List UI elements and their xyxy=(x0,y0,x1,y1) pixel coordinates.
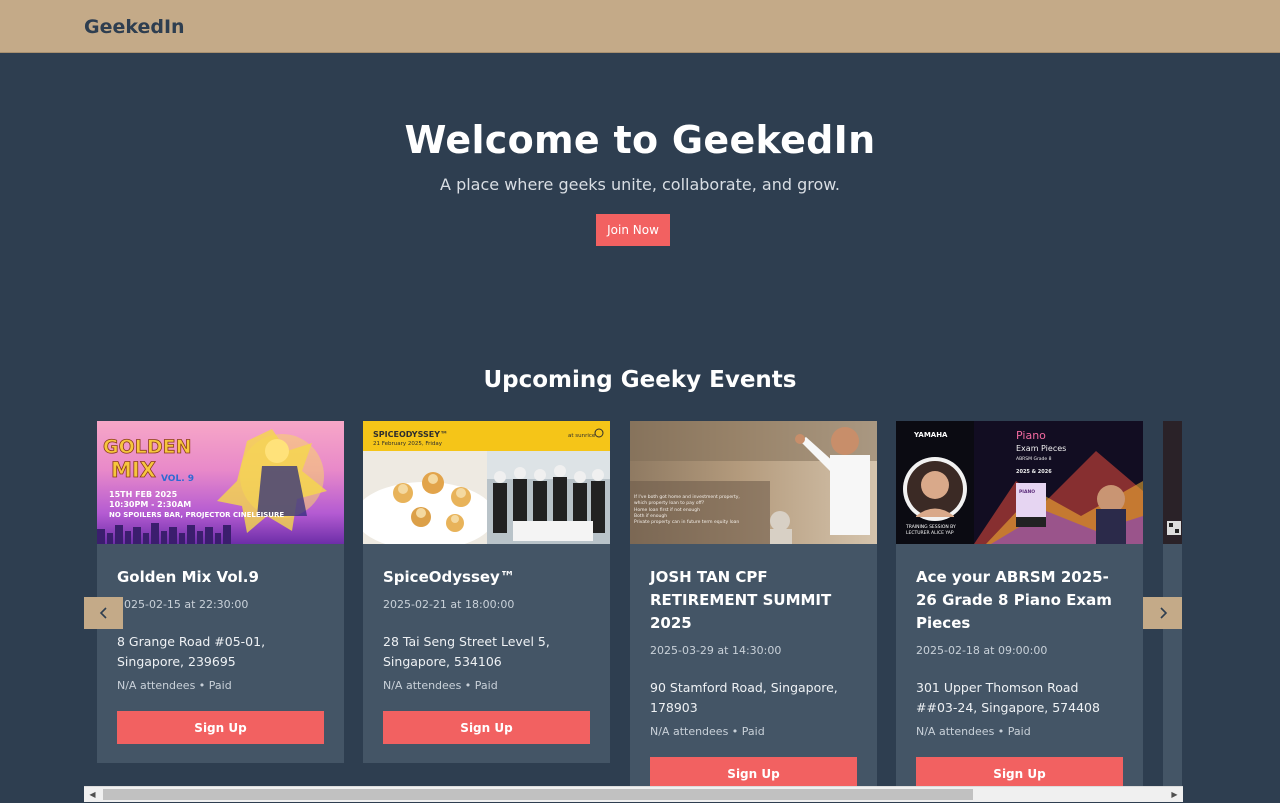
event-card: If I've both got home and investment pro… xyxy=(630,421,877,787)
svg-text:Private property can in future: Private property can in future term equi… xyxy=(634,519,739,525)
event-title[interactable]: JOSH TAN CPF RETIREMENT SUMMIT 2025 xyxy=(650,566,857,635)
svg-text:Home loan first if not enough: Home loan first if not enough xyxy=(634,507,700,513)
event-address: 90 Stamford Road, Singapore, 178903 xyxy=(650,680,838,715)
brand-logo[interactable]: GeekedIn xyxy=(84,16,185,38)
event-datetime: 2025-02-18 at 09:00:00 xyxy=(916,644,1048,657)
event-title[interactable]: Ace your ABRSM 2025-26 Grade 8 Piano Exa… xyxy=(916,566,1123,635)
join-now-button[interactable]: Join Now xyxy=(596,214,670,246)
event-card: GOLDEN MIX VOL. 9 15TH FEB 2025 10:30PM … xyxy=(97,421,344,763)
svg-text:at sunrice: at sunrice xyxy=(568,433,596,439)
event-image: GOLDEN MIX VOL. 9 15TH FEB 2025 10:30PM … xyxy=(97,421,344,544)
event-title[interactable]: SpiceOdyssey™ xyxy=(383,566,590,589)
sign-up-button[interactable]: Sign Up xyxy=(117,711,324,744)
svg-text:15TH FEB 2025: 15TH FEB 2025 xyxy=(109,490,178,499)
carousel-prev-button[interactable] xyxy=(84,597,123,629)
navbar: GeekedIn xyxy=(0,0,1280,53)
svg-text:GOLDEN: GOLDEN xyxy=(103,436,192,458)
svg-text:ABRSM Grade 8: ABRSM Grade 8 xyxy=(1016,456,1052,462)
event-image: If I've both got home and investment pro… xyxy=(630,421,877,544)
event-image: YAMAHA TRAINING SESSION BY LECTURER ALIC… xyxy=(896,421,1143,544)
svg-text:SPICEODYSSEY™: SPICEODYSSEY™ xyxy=(373,430,448,439)
event-datetime: 2025-02-21 at 18:00:00 xyxy=(383,598,515,611)
event-address: 28 Tai Seng Street Level 5, Singapore, 5… xyxy=(383,634,550,669)
carousel-next-button[interactable] xyxy=(1143,597,1182,629)
svg-text:Exam Pieces: Exam Pieces xyxy=(1016,444,1066,453)
event-address: 301 Upper Thomson Road ##03-24, Singapor… xyxy=(916,680,1100,715)
event-meta: N/A attendees • Paid xyxy=(650,725,765,738)
svg-text:which property loan to pay off: which property loan to pay off? xyxy=(634,500,705,506)
event-meta: N/A attendees • Paid xyxy=(916,725,1031,738)
event-image: SPICEODYSSEY™ 21 February 2025, Friday a… xyxy=(363,421,610,544)
sign-up-button[interactable]: Sign Up xyxy=(650,757,857,787)
scrollbar-thumb[interactable] xyxy=(103,789,973,800)
event-address: 8 Grange Road #05-01, Singapore, 239695 xyxy=(117,634,266,669)
events-carousel[interactable]: GOLDEN MIX VOL. 9 15TH FEB 2025 10:30PM … xyxy=(97,421,1182,787)
svg-text:TRAINING SESSION BY: TRAINING SESSION BY xyxy=(905,524,956,530)
hero-title: Welcome to GeekedIn xyxy=(404,118,876,162)
svg-text:YAMAHA: YAMAHA xyxy=(913,431,948,439)
svg-text:NO SPOILERS BAR, PROJECTOR CIN: NO SPOILERS BAR, PROJECTOR CINELEISURE xyxy=(109,511,284,519)
event-meta: N/A attendees • Paid xyxy=(117,679,232,692)
svg-text:21 February 2025, Friday: 21 February 2025, Friday xyxy=(373,441,443,447)
svg-text:LECTURER ALICE YAP: LECTURER ALICE YAP xyxy=(906,530,954,536)
event-title[interactable]: Golden Mix Vol.9 xyxy=(117,566,324,589)
horizontal-scrollbar[interactable]: ◀ ▶ xyxy=(84,786,1183,802)
svg-text:PIANO: PIANO xyxy=(1019,489,1035,495)
event-meta: N/A attendees • Paid xyxy=(383,679,498,692)
svg-text:VOL. 9: VOL. 9 xyxy=(161,474,194,484)
svg-text:10:30PM - 2:30AM: 10:30PM - 2:30AM xyxy=(109,500,191,509)
svg-text:MIX: MIX xyxy=(111,458,156,482)
sign-up-button[interactable]: Sign Up xyxy=(383,711,590,744)
event-card: SPICEODYSSEY™ 21 February 2025, Friday a… xyxy=(363,421,610,763)
event-datetime: 2025-02-15 at 22:30:00 xyxy=(117,598,249,611)
svg-text:Piano: Piano xyxy=(1016,429,1046,442)
event-card: YAMAHA TRAINING SESSION BY LECTURER ALIC… xyxy=(896,421,1143,787)
scroll-left-icon[interactable]: ◀ xyxy=(84,787,101,802)
hero-subtitle: A place where geeks unite, collaborate, … xyxy=(440,175,840,194)
event-image xyxy=(1163,421,1182,544)
chevron-right-icon xyxy=(1159,607,1167,619)
scroll-right-icon[interactable]: ▶ xyxy=(1166,787,1183,802)
events-section-title: Upcoming Geeky Events xyxy=(483,367,797,393)
svg-text:2025 & 2026: 2025 & 2026 xyxy=(1016,469,1052,475)
svg-text:If I've both got home and inve: If I've both got home and investment pro… xyxy=(634,494,740,500)
sign-up-button[interactable]: Sign Up xyxy=(916,757,1123,787)
chevron-left-icon xyxy=(99,607,107,619)
event-datetime: 2025-03-29 at 14:30:00 xyxy=(650,644,782,657)
svg-text:Both if enough: Both if enough xyxy=(634,513,667,519)
